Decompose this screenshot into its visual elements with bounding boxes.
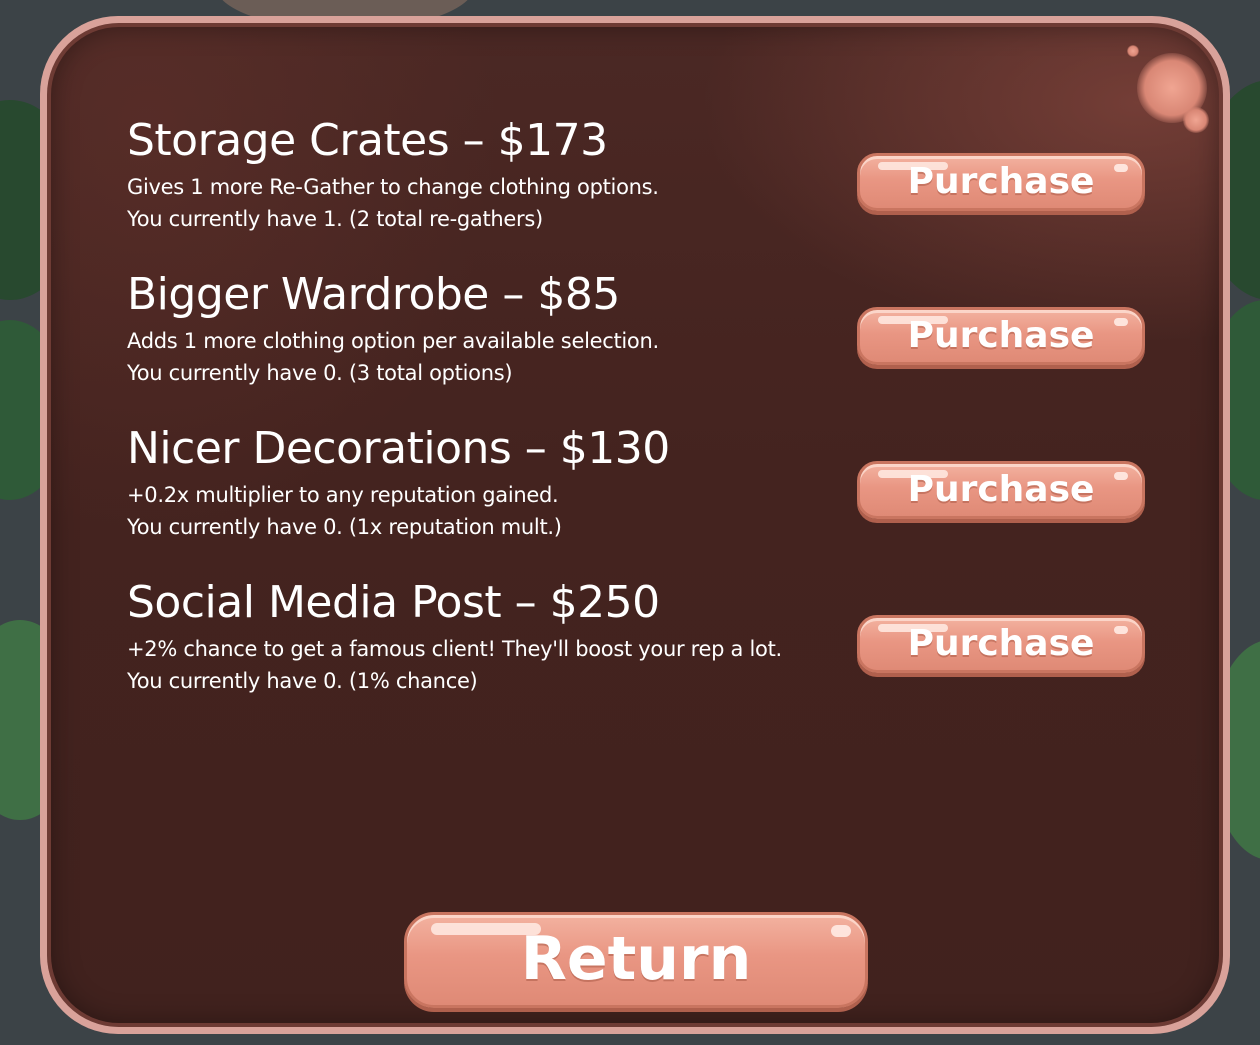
purchase-button-social-media-post[interactable]: Purchase xyxy=(857,615,1145,673)
upgrade-shop-panel: Storage Crates – $173 Gives 1 more Re-Ga… xyxy=(40,16,1230,1034)
return-button-label: Return xyxy=(520,924,752,994)
purchase-button-bigger-wardrobe[interactable]: Purchase xyxy=(857,307,1145,365)
panel-gloss-highlight xyxy=(1127,45,1139,57)
return-button[interactable]: Return xyxy=(404,912,868,1008)
button-shine xyxy=(831,925,851,937)
purchase-button-nicer-decorations[interactable]: Purchase xyxy=(857,461,1145,519)
button-shine xyxy=(1114,318,1128,326)
purchase-button-label: Purchase xyxy=(907,315,1095,356)
button-shine xyxy=(1114,164,1128,172)
purchase-button-storage-crates[interactable]: Purchase xyxy=(857,153,1145,211)
button-shine xyxy=(1114,626,1128,634)
button-shine xyxy=(1114,472,1128,480)
purchase-button-label: Purchase xyxy=(907,161,1095,202)
purchase-button-label: Purchase xyxy=(907,469,1095,510)
purchase-button-label: Purchase xyxy=(907,623,1095,664)
upgrade-shop-panel-body: Storage Crates – $173 Gives 1 more Re-Ga… xyxy=(47,23,1223,1027)
